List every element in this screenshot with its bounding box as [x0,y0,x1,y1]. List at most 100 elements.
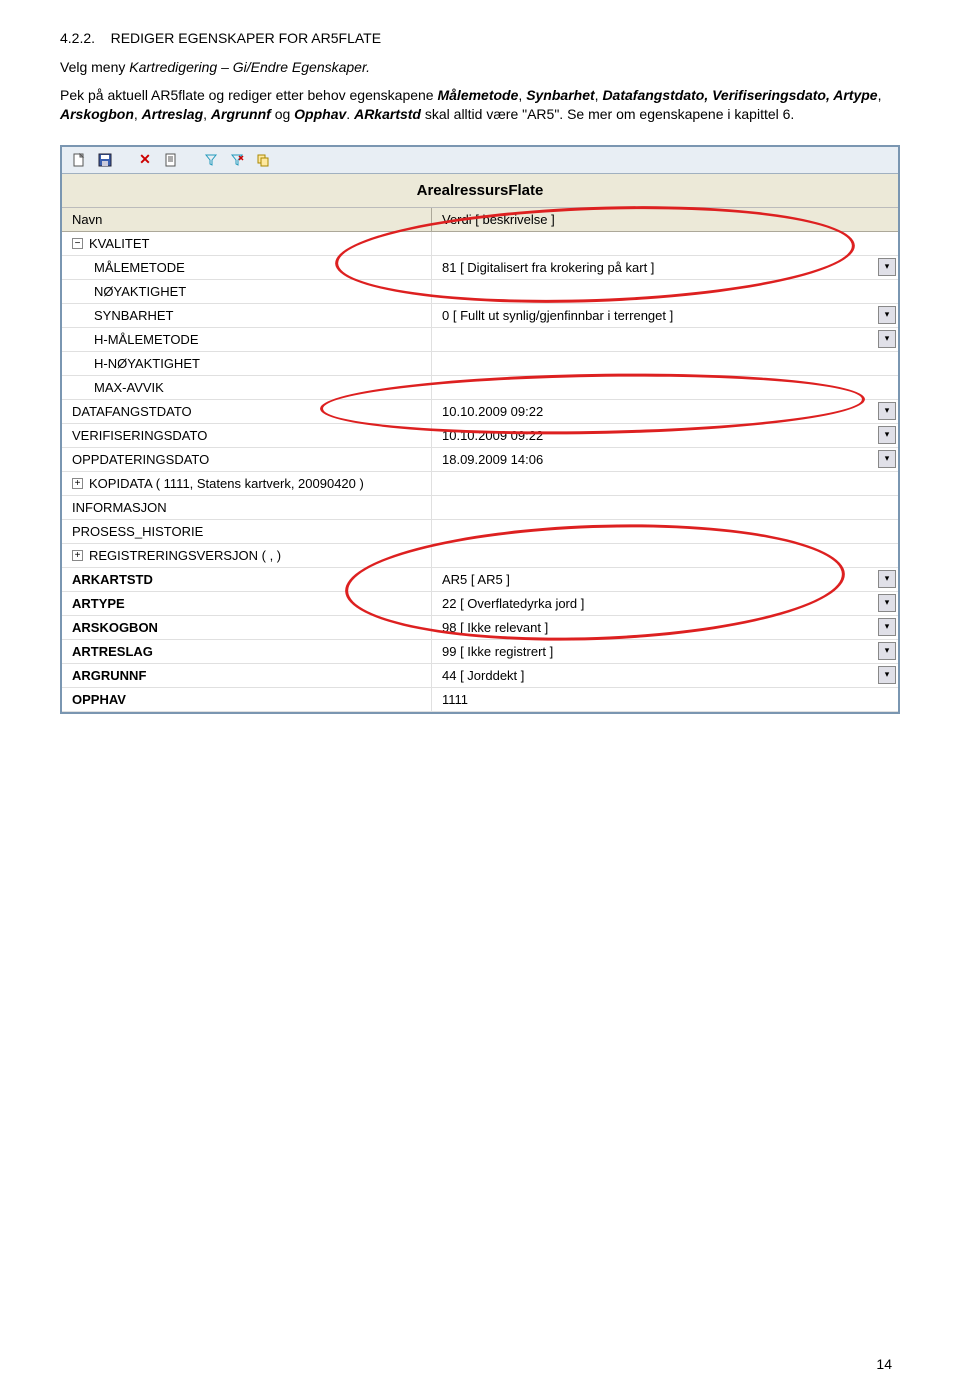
row-registreringsversjon[interactable]: + REGISTRERINGSVERSJON ( , ) [62,544,898,568]
cell-value[interactable] [432,280,898,303]
row-arkartstd[interactable]: ARKARTSTD AR5 [ AR5 ]▾ [62,568,898,592]
chevron-down-icon[interactable]: ▾ [878,402,896,420]
cell-name: OPPHAV [62,688,432,711]
chevron-down-icon[interactable]: ▾ [878,618,896,636]
cell-value[interactable]: AR5 [ AR5 ] [442,572,510,587]
expand-icon[interactable]: + [72,478,83,489]
cell-value[interactable]: 10.10.2009 09:22 [442,428,543,443]
cell-value[interactable] [432,376,898,399]
chevron-down-icon[interactable]: ▾ [878,258,896,276]
cell-value[interactable] [432,520,898,543]
row-arskogbon[interactable]: ARSKOGBON 98 [ Ikke relevant ] ▾ [62,616,898,640]
chevron-down-icon[interactable]: ▾ [878,330,896,348]
cell-value[interactable]: 18.09.2009 14:06 [442,452,543,467]
cell-name: KVALITET [89,236,149,251]
row-hmalemetode[interactable]: H-MÅLEMETODE ▾ [62,328,898,352]
chevron-down-icon[interactable]: ▾ [878,450,896,468]
row-argrunnf[interactable]: ARGRUNNF 44 [ Jorddekt ] ▾ [62,664,898,688]
section-number: 4.2.2. [60,30,95,46]
cell-value[interactable] [432,232,898,255]
cell-value[interactable] [432,544,898,567]
cell-value[interactable]: 98 [ Ikke relevant ] [442,620,548,635]
document-icon[interactable] [162,151,180,169]
chevron-down-icon[interactable]: ▾ [878,306,896,324]
chevron-down-icon[interactable]: ▾ [878,666,896,684]
panel-title: ArealressursFlate [72,182,888,199]
prop: Argrunnf [211,106,271,122]
cell-name: H-NØYAKTIGHET [62,352,432,375]
header-name[interactable]: Navn [62,208,432,231]
cell-name: H-MÅLEMETODE [62,328,432,351]
new-icon[interactable] [70,151,88,169]
cell-value[interactable]: 10.10.2009 09:22 [442,404,543,419]
row-kvalitet[interactable]: −KVALITET [62,232,898,256]
chevron-down-icon[interactable]: ▾ [878,594,896,612]
section-title-text: REDIGER EGENSKAPER FOR AR5FLATE [111,30,381,46]
text: , [134,106,142,122]
prop: Målemetode [437,87,518,103]
section-heading: 4.2.2. REDIGER EGENSKAPER FOR AR5FLATE [60,30,900,46]
cell-value[interactable]: 22 [ Overflatedyrka jord ] [442,596,584,611]
filter-icon[interactable] [202,151,220,169]
cell-name: KOPIDATA ( 1111, Statens kartverk, 20090… [89,476,364,491]
prop: ARkartstd [354,106,421,122]
filter-remove-icon[interactable] [228,151,246,169]
panel-title-row: ArealressursFlate [62,174,898,208]
cell-name: VERIFISERINGSDATO [62,424,432,447]
row-maxavvik[interactable]: MAX-AVVIK [62,376,898,400]
cell-value[interactable]: 44 [ Jorddekt ] [442,668,524,683]
row-malemetode[interactable]: MÅLEMETODE 81 [ Digitalisert fra krokeri… [62,256,898,280]
cell-name: ARSKOGBON [62,616,432,639]
properties-panel-wrap: ✕ ArealressursFlate Navn Verdi [ beskriv… [60,145,900,714]
row-prosess-historie[interactable]: PROSESS_HISTORIE [62,520,898,544]
cell-value[interactable] [432,496,898,519]
paragraph-1: Velg meny Kartredigering – Gi/Endre Egen… [60,58,900,78]
cell-value[interactable]: 99 [ Ikke registrert ] [442,644,553,659]
prop: Opphav [294,106,346,122]
paragraph-2: Pek på aktuell AR5flate og rediger etter… [60,86,900,125]
text: . [346,106,354,122]
text: Pek på aktuell AR5flate og rediger etter… [60,87,437,103]
grid-header: Navn Verdi [ beskrivelse ] [62,208,898,232]
chevron-down-icon[interactable]: ▾ [878,642,896,660]
cell-name: ARGRUNNF [62,664,432,687]
cell-value[interactable]: 1111 [432,688,898,711]
row-noyaktighet[interactable]: NØYAKTIGHET [62,280,898,304]
cell-name: PROSESS_HISTORIE [62,520,432,543]
row-artreslag[interactable]: ARTRESLAG 99 [ Ikke registrert ]▾ [62,640,898,664]
row-synbarhet[interactable]: SYNBARHET 0 [ Fullt ut synlig/gjenfinnba… [62,304,898,328]
cell-name: REGISTRERINGSVERSJON ( , ) [89,548,281,563]
cell-value[interactable] [432,472,898,495]
row-opphav[interactable]: OPPHAV 1111 [62,688,898,712]
text: Velg meny [60,59,129,75]
prop: Synbarhet [526,87,594,103]
row-datafangstdato[interactable]: DATAFANGSTDATO 10.10.2009 09:22 ▾ [62,400,898,424]
text: skal alltid være "AR5". Se mer om egensk… [421,106,794,122]
chevron-down-icon[interactable]: ▾ [878,570,896,588]
expand-icon[interactable]: + [72,550,83,561]
cell-name: INFORMASJON [62,496,432,519]
prop: Arskogbon [60,106,134,122]
save-icon[interactable] [96,151,114,169]
cell-value[interactable]: 0 [ Fullt ut synlig/gjenfinnbar i terren… [442,308,673,323]
row-oppdateringsdato[interactable]: OPPDATERINGSDATO 18.09.2009 14:06 ▾ [62,448,898,472]
delete-icon[interactable]: ✕ [136,151,154,169]
row-artype[interactable]: ARTYPE 22 [ Overflatedyrka jord ] ▾ [62,592,898,616]
cell-name: OPPDATERINGSDATO [62,448,432,471]
row-informasjon[interactable]: INFORMASJON [62,496,898,520]
header-value[interactable]: Verdi [ beskrivelse ] [432,208,898,231]
prop: Artreslag [142,106,203,122]
menu-path: Kartredigering – Gi/Endre Egenskaper. [129,59,370,75]
row-verifiseringsdato[interactable]: VERIFISERINGSDATO 10.10.2009 09:22 ▾ [62,424,898,448]
chevron-down-icon[interactable]: ▾ [878,426,896,444]
cell-name: NØYAKTIGHET [62,280,432,303]
cell-name: DATAFANGSTDATO [62,400,432,423]
copy-icon[interactable] [254,151,272,169]
row-kopidata[interactable]: + KOPIDATA ( 1111, Statens kartverk, 2009… [62,472,898,496]
cell-name: ARTYPE [62,592,432,615]
row-hnoyaktighet[interactable]: H-NØYAKTIGHET [62,352,898,376]
cell-name: MAX-AVVIK [62,376,432,399]
collapse-icon[interactable]: − [72,238,83,249]
cell-value[interactable]: 81 [ Digitalisert fra krokering på kart … [442,260,654,275]
cell-value[interactable] [432,352,898,375]
